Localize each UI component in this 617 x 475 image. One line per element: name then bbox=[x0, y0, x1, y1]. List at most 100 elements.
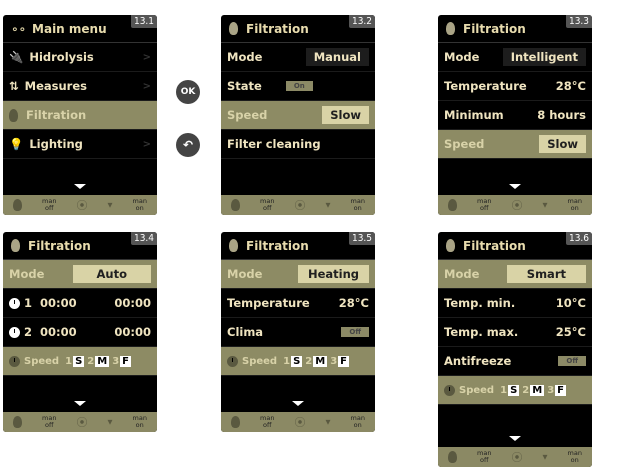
temp-min-row[interactable]: Temp. min. 10°C bbox=[438, 289, 592, 318]
speed-row[interactable]: Speed 1S 2M 3F bbox=[438, 376, 592, 405]
clock-icon bbox=[9, 326, 20, 338]
lighting-icon: 💡 bbox=[9, 137, 24, 151]
antifreeze-row[interactable]: Antifreeze Off bbox=[438, 347, 592, 376]
mode-row[interactable]: Mode Smart bbox=[438, 260, 592, 289]
menu-item-hidrolysis[interactable]: 🔌 Hidrolysis > bbox=[3, 43, 157, 72]
speed-value[interactable]: Slow bbox=[322, 106, 369, 124]
mode-value[interactable]: Intelligent bbox=[502, 48, 586, 66]
speed-row[interactable]: Speed 1S 2M 3F bbox=[3, 347, 157, 376]
menu-item-label: Hidrolysis bbox=[29, 50, 94, 64]
clima-row[interactable]: Clima Off bbox=[221, 318, 375, 347]
screen-main-menu: 13.1 ∘∘ Main menu 🔌 Hidrolysis > ⇅ Measu… bbox=[3, 15, 157, 215]
light-mode-label: man on bbox=[567, 449, 582, 464]
speed-value[interactable]: Slow bbox=[539, 135, 586, 153]
mode-value[interactable]: Manual bbox=[305, 48, 369, 66]
temperature-row[interactable]: Temperature 28°C bbox=[438, 72, 592, 101]
speed-row[interactable]: Speed Slow bbox=[221, 101, 375, 130]
menu-item-filtration[interactable]: Filtration bbox=[3, 101, 157, 130]
filter-status-icon bbox=[13, 416, 22, 428]
mode-value[interactable]: Heating bbox=[297, 265, 369, 283]
screen-title: Filtration bbox=[246, 238, 309, 253]
temperature-value: 28°C bbox=[555, 79, 586, 93]
mode-row[interactable]: Mode Intelligent bbox=[438, 43, 592, 72]
menu-item-lighting[interactable]: 💡 Lighting > bbox=[3, 130, 157, 159]
timer-end[interactable]: 00:00 bbox=[114, 296, 151, 310]
screen-filtration-heating: 13.5 Filtration Mode Heating Temperature… bbox=[221, 232, 375, 432]
mode-row[interactable]: Mode Auto bbox=[3, 260, 157, 289]
speed-icon bbox=[444, 384, 455, 396]
scroll-down-icon[interactable] bbox=[509, 436, 521, 441]
ok-button[interactable]: OK bbox=[176, 80, 200, 104]
minimum-label: Minimum bbox=[444, 108, 504, 122]
measures-icon: ⇅ bbox=[9, 79, 19, 93]
chevron-right-icon: > bbox=[142, 80, 151, 92]
filter-status-icon bbox=[231, 416, 240, 428]
temp-max-label: Temp. max. bbox=[444, 325, 519, 339]
scroll-down-icon[interactable] bbox=[509, 184, 521, 189]
speed-selector[interactable]: 1S 2M 3F bbox=[63, 355, 131, 367]
screen-number: 13.1 bbox=[130, 15, 157, 28]
speed-selector[interactable]: 1S 2M 3F bbox=[281, 355, 349, 367]
menu-item-measures[interactable]: ⇅ Measures > bbox=[3, 72, 157, 101]
minimum-row[interactable]: Minimum 8 hours bbox=[438, 101, 592, 130]
scroll-down-icon[interactable] bbox=[292, 401, 304, 406]
timer-start[interactable]: 00:00 bbox=[40, 296, 77, 310]
light-status-icon: ▼ bbox=[542, 200, 548, 209]
timer-start[interactable]: 00:00 bbox=[40, 325, 77, 339]
light-mode-label: man on bbox=[567, 197, 582, 212]
speed-label: Speed bbox=[242, 355, 278, 367]
screen-title: Filtration bbox=[28, 238, 91, 253]
screen-title: Filtration bbox=[463, 21, 526, 36]
filter-icon bbox=[446, 22, 455, 35]
clima-toggle[interactable]: Off bbox=[341, 327, 369, 337]
antifreeze-toggle[interactable]: Off bbox=[558, 356, 586, 366]
filter-icon bbox=[229, 22, 238, 35]
temp-max-row[interactable]: Temp. max. 25°C bbox=[438, 318, 592, 347]
timer-2-row[interactable]: 2 00:00 00:00 bbox=[3, 318, 157, 347]
filter-mode-label: man off bbox=[260, 197, 275, 212]
temperature-row[interactable]: Temperature 28°C bbox=[221, 289, 375, 318]
speed-row[interactable]: Speed Slow bbox=[438, 130, 592, 159]
wifi-icon: ⦿ bbox=[76, 415, 88, 429]
temp-max-value: 25°C bbox=[555, 325, 586, 339]
mode-label: Mode bbox=[9, 267, 45, 281]
scroll-down-icon[interactable] bbox=[74, 184, 86, 189]
screen-filtration-manual: 13.2 Filtration Mode Manual State On Spe… bbox=[221, 15, 375, 215]
screen-number: 13.4 bbox=[130, 232, 157, 245]
light-status-icon: ▼ bbox=[107, 200, 113, 209]
state-label: State bbox=[227, 79, 262, 93]
timer-1-row[interactable]: 1 00:00 00:00 bbox=[3, 289, 157, 318]
back-button[interactable]: ↶ bbox=[176, 133, 200, 157]
status-footer: man off ⦿ ▼ man on bbox=[221, 412, 375, 432]
mode-row[interactable]: Mode Heating bbox=[221, 260, 375, 289]
mode-value[interactable]: Smart bbox=[506, 265, 586, 283]
screen-title: Main menu bbox=[32, 21, 107, 36]
mode-value[interactable]: Auto bbox=[72, 265, 151, 283]
mode-label: Mode bbox=[444, 50, 480, 64]
screen-filtration-intelligent: 13.3 Filtration Mode Intelligent Tempera… bbox=[438, 15, 592, 215]
speed-icon bbox=[227, 355, 238, 367]
status-footer: man off ⦿ ▼ man on bbox=[3, 195, 157, 215]
mode-label: Mode bbox=[444, 267, 480, 281]
antifreeze-label: Antifreeze bbox=[444, 354, 512, 368]
menu-item-label: Filtration bbox=[26, 108, 87, 122]
light-mode-label: man on bbox=[132, 197, 147, 212]
speed-selector[interactable]: 1S 2M 3F bbox=[498, 384, 566, 396]
state-row[interactable]: State On bbox=[221, 72, 375, 101]
state-toggle[interactable]: On bbox=[285, 81, 313, 91]
screen-filtration-smart: 13.6 Filtration Mode Smart Temp. min. 10… bbox=[438, 232, 592, 467]
speed-row[interactable]: Speed 1S 2M 3F bbox=[221, 347, 375, 376]
speed-label: Speed bbox=[444, 137, 485, 151]
speed-label: Speed bbox=[459, 384, 495, 396]
light-mode-label: man on bbox=[350, 197, 365, 212]
mode-row[interactable]: Mode Manual bbox=[221, 43, 375, 72]
filter-cleaning-label: Filter cleaning bbox=[227, 137, 321, 151]
filter-cleaning-row[interactable]: Filter cleaning bbox=[221, 130, 375, 159]
wifi-icon: ⦿ bbox=[511, 198, 523, 212]
filter-status-icon bbox=[13, 199, 22, 211]
scroll-down-icon[interactable] bbox=[74, 401, 86, 406]
screen-title: Filtration bbox=[463, 238, 526, 253]
screen-number: 13.6 bbox=[565, 232, 592, 245]
timer-end[interactable]: 00:00 bbox=[114, 325, 151, 339]
timer-number: 1 bbox=[24, 296, 33, 310]
